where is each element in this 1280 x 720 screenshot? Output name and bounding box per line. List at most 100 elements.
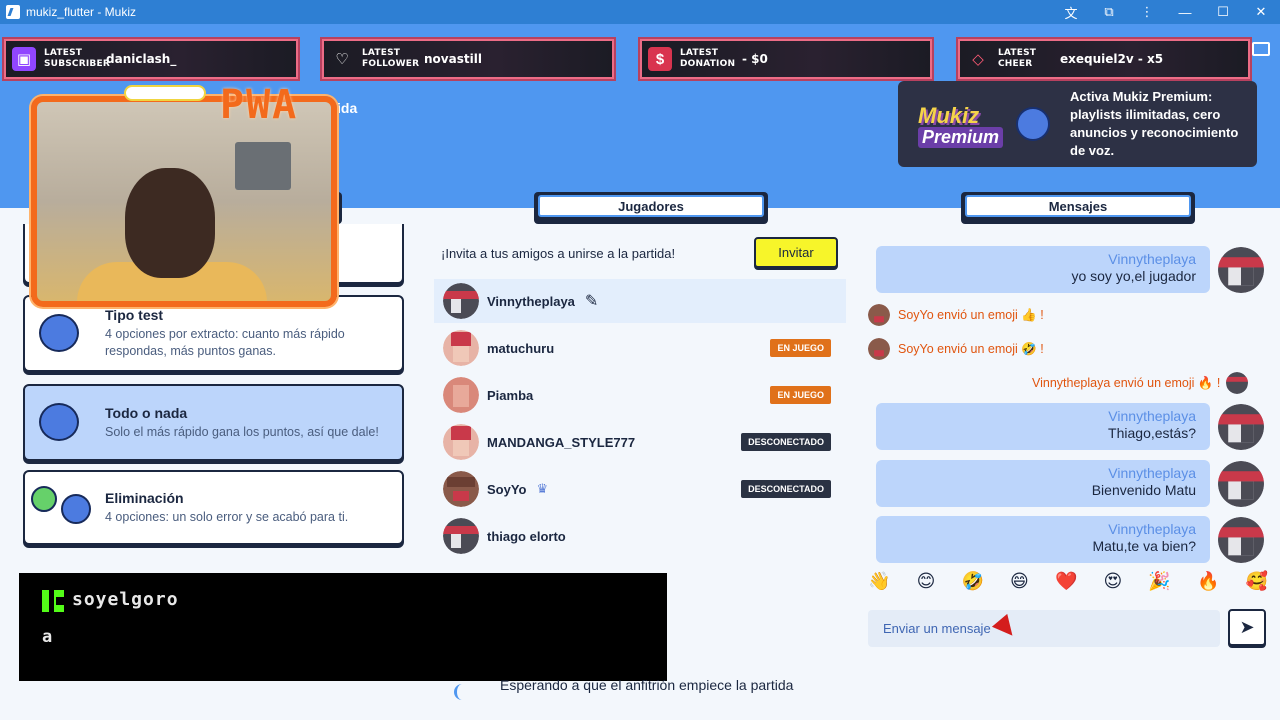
player-name: matuchuru [487, 340, 555, 356]
avatar [1218, 247, 1264, 293]
player-name: thiago elorto [487, 528, 566, 544]
status-badge: DESCONECTADO [741, 433, 831, 451]
chat-text: Matu,te va bien? [1092, 538, 1196, 554]
player-name: Vinnytheplaya [487, 293, 575, 309]
emoji-heart-button[interactable]: ❤️ [1055, 571, 1077, 597]
message-input[interactable]: Enviar un mensaje [868, 610, 1220, 647]
invite-text: ¡Invita a tus amigos a unirse a la parti… [441, 246, 676, 261]
crown-icon: ♛ [536, 481, 549, 496]
avatar [1226, 372, 1249, 394]
avatar [443, 330, 479, 366]
player-row[interactable]: Vinnytheplaya ✎ [434, 279, 846, 323]
emoji-smile-button[interactable]: 😊 [917, 571, 936, 597]
emoji-wave-button[interactable]: 👋 [868, 571, 890, 597]
chat-bubble: Vinnytheplaya yo soy yo,el jugador [876, 246, 1210, 293]
pwa-overlay-text: PWA [220, 82, 299, 128]
loading-spinner-icon [454, 684, 470, 700]
partial-heading: ida [337, 100, 358, 116]
mode-art-icon [25, 304, 105, 364]
emoji-rofl-button[interactable]: 🤣 [961, 571, 983, 597]
player-row[interactable]: Piamba EN JUEGO [434, 373, 846, 417]
chat-text: Thiago,estás? [1108, 425, 1196, 441]
alert-kind: LATEST CHEER [998, 48, 1037, 69]
player-row[interactable]: thiago elorto [434, 514, 846, 558]
player-row[interactable]: matuchuru EN JUEGO [434, 326, 846, 370]
mode-card-todo-o-nada[interactable]: Todo o nada Solo el más rápido gana los … [23, 384, 404, 461]
window-title: mukiz_flutter - Mukiz [26, 5, 137, 19]
avatar [1218, 517, 1264, 563]
avatar [443, 283, 479, 319]
premium-banner[interactable]: Mukiz Premium Activa Mukiz Premium: play… [898, 81, 1257, 167]
avatar [868, 304, 890, 326]
tab-players[interactable]: Jugadores [534, 192, 768, 224]
chat-system-line: SoyYo envió un emoji 🤣 ! [868, 338, 1044, 360]
avatar [443, 518, 479, 554]
chat-system-line: Vinnytheplaya envió un emoji 🔥 ! [1032, 372, 1249, 394]
alert-latest-follower: ♡ LATEST FOLLOWER novastill [320, 37, 616, 81]
player-row[interactable]: SoyYo ♛ DESCONECTADO [434, 467, 846, 511]
edit-pencil-icon[interactable]: ✎ [585, 291, 598, 311]
maximize-button[interactable]: ☐ [1204, 0, 1242, 24]
send-arrow-icon: ➤ [1239, 617, 1255, 637]
invite-button[interactable]: Invitar [754, 237, 838, 268]
emoji-bar: 👋 😊 🤣 😄 ❤️ 😍 🎉 🔥 🥰 [868, 571, 1268, 597]
extensions-icon[interactable]: ⧉ [1090, 0, 1128, 24]
avatar [443, 424, 479, 460]
status-badge: EN JUEGO [770, 339, 831, 357]
alert-kind: LATEST DONATION [680, 48, 736, 69]
chat-user: Vinnytheplaya [1108, 465, 1196, 481]
avatar [868, 338, 890, 360]
avatar [443, 377, 479, 413]
more-icon[interactable]: ⋮ [1128, 0, 1166, 24]
chat-user: Vinnytheplaya [1108, 521, 1196, 537]
premium-text: Activa Mukiz Premium: playlists ilimitad… [1070, 89, 1239, 158]
diamond-icon: ◇ [972, 51, 984, 68]
status-badge: DESCONECTADO [741, 480, 831, 498]
alert-kind: LATEST FOLLOWER [362, 48, 420, 69]
tab-messages[interactable]: Mensajes [961, 192, 1195, 224]
heart-icon: ♡ [335, 51, 349, 68]
overlay-badge [124, 85, 206, 101]
kick-username: soyelgoro [72, 589, 179, 610]
alert-value: - $0 [742, 52, 768, 66]
alert-latest-donation: $ LATEST DONATION - $0 [638, 37, 934, 81]
screen-icon [1252, 42, 1270, 56]
player-name: MANDANGA_STYLE777 [487, 434, 636, 450]
player-row[interactable]: MANDANGA_STYLE777 DESCONECTADO [434, 420, 846, 464]
chat-bubble: Vinnytheplaya Bienvenido Matu [876, 460, 1210, 507]
alert-value: novastill [424, 52, 482, 66]
mode-desc: 4 opciones: un solo error y se acabó par… [105, 509, 349, 524]
kick-chat-overlay: soyelgoro a [19, 573, 667, 681]
emoji-party-button[interactable]: 🎉 [1148, 571, 1170, 597]
kick-logo-icon [42, 590, 64, 612]
avatar [1218, 404, 1264, 450]
player-name: SoyYo [487, 481, 527, 497]
dollar-icon: $ [648, 47, 672, 71]
chat-bubble: Vinnytheplaya Matu,te va bien? [876, 516, 1210, 563]
emoji-fire-button[interactable]: 🔥 [1197, 571, 1219, 597]
flutter-app-icon [6, 5, 20, 19]
window-titlebar: mukiz_flutter - Mukiz 文 ⧉ ⋮ — ☐ ✕ [0, 0, 1280, 24]
alert-value: exequiel2v - x5 [1060, 52, 1164, 66]
translate-icon[interactable]: 文 [1052, 0, 1090, 24]
emoji-love-button[interactable]: 🥰 [1246, 571, 1268, 597]
waiting-text: Esperando a que el anfitrión empiece la … [500, 677, 794, 693]
alert-kind: LATEST SUBSCRIBER [44, 48, 110, 69]
close-button[interactable]: ✕ [1242, 0, 1280, 24]
alert-latest-subscriber: ▣ LATEST SUBSCRIBER daniclash_ [2, 37, 300, 81]
alert-value: daniclash_ [106, 52, 177, 66]
emoji-heart-eyes-button[interactable]: 😍 [1104, 571, 1123, 597]
twitch-icon: ▣ [12, 47, 36, 71]
emoji-grin-button[interactable]: 😄 [1010, 571, 1029, 597]
mascot-icon [1016, 107, 1050, 141]
chat-user: Vinnytheplaya [1108, 251, 1196, 267]
avatar [443, 471, 479, 507]
send-button[interactable]: ➤ [1228, 609, 1266, 646]
chat-user: Vinnytheplaya [1108, 408, 1196, 424]
chat-text: yo soy yo,el jugador [1071, 268, 1196, 284]
minimize-button[interactable]: — [1166, 0, 1204, 24]
alert-latest-cheer: ◇ LATEST CHEER exequiel2v - x5 [956, 37, 1252, 81]
mode-desc: 4 opciones por extracto: cuanto más rápi… [105, 327, 345, 358]
mode-card-eliminacion[interactable]: Eliminación 4 opciones: un solo error y … [23, 470, 404, 545]
mode-title: Tipo test [105, 307, 164, 323]
